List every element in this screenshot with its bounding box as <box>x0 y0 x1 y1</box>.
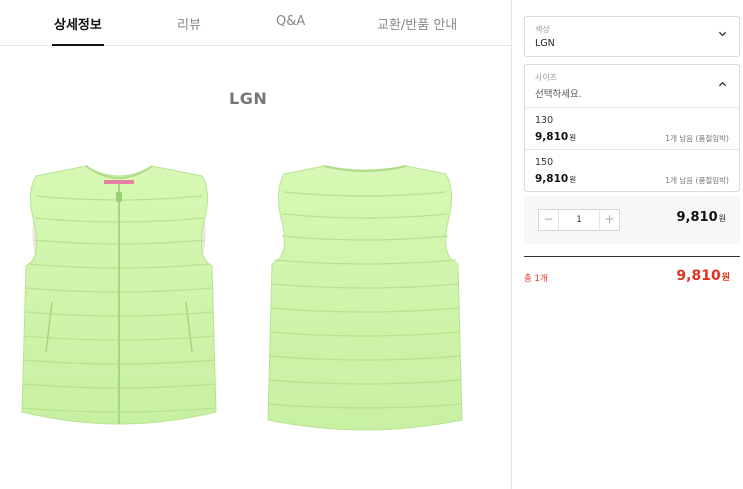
size-option-130[interactable]: 130 9,810원 1개 남음 (품절임박) <box>525 107 739 149</box>
vest-back-image <box>267 165 463 431</box>
size-select-label: 사이즈 <box>535 73 558 82</box>
tab-qna[interactable]: Q&A <box>276 14 305 29</box>
quantity-minus-button[interactable]: − <box>539 210 559 230</box>
option-price: 9,810원 <box>535 173 577 185</box>
color-select[interactable]: 색상 LGN <box>524 16 740 57</box>
chevron-down-icon <box>718 29 727 41</box>
size-select-placeholder: 선택하세요. <box>535 89 582 100</box>
quantity-input[interactable] <box>560 210 598 230</box>
tab-details[interactable]: 상세정보 <box>54 14 102 33</box>
active-tab-indicator <box>52 44 104 46</box>
vest-front-image <box>21 165 217 425</box>
tab-exchange-return[interactable]: 교환/반품 안내 <box>377 14 457 33</box>
item-price: 9,810원 <box>676 210 727 225</box>
chevron-up-icon <box>718 80 727 92</box>
detail-tabs: 상세정보 리뷰 Q&A 교환/반품 안내 <box>0 0 511 46</box>
purchase-options-pane: 색상 LGN 사이즈 선택하세요. 130 9,810원 1개 남음 (품절임박… <box>512 0 743 489</box>
size-select[interactable]: 사이즈 선택하세요. 130 9,810원 1개 남음 (품절임박) 150 9… <box>524 64 740 192</box>
total-count: 총 1개 <box>524 274 548 284</box>
option-size: 130 <box>535 115 554 126</box>
tab-reviews[interactable]: 리뷰 <box>177 14 201 33</box>
option-stock: 1개 남음 (품절임박) <box>665 176 729 185</box>
option-size: 150 <box>535 157 554 168</box>
product-color-caption: LGN <box>229 89 268 108</box>
color-select-value: LGN <box>535 38 555 49</box>
total-price: 9,810원 <box>676 268 730 284</box>
selected-item-box: − + 9,810원 <box>524 196 740 244</box>
size-option-150[interactable]: 150 9,810원 1개 남음 (품절임박) <box>525 149 739 191</box>
quantity-plus-button[interactable]: + <box>599 210 619 230</box>
quantity-stepper: − + <box>538 209 620 231</box>
product-detail-pane: 상세정보 리뷰 Q&A 교환/반품 안내 LGN <box>0 0 511 489</box>
option-price: 9,810원 <box>535 131 577 143</box>
color-select-label: 색상 <box>535 25 550 34</box>
option-stock: 1개 남음 (품절임박) <box>665 134 729 143</box>
total-divider <box>524 256 740 257</box>
